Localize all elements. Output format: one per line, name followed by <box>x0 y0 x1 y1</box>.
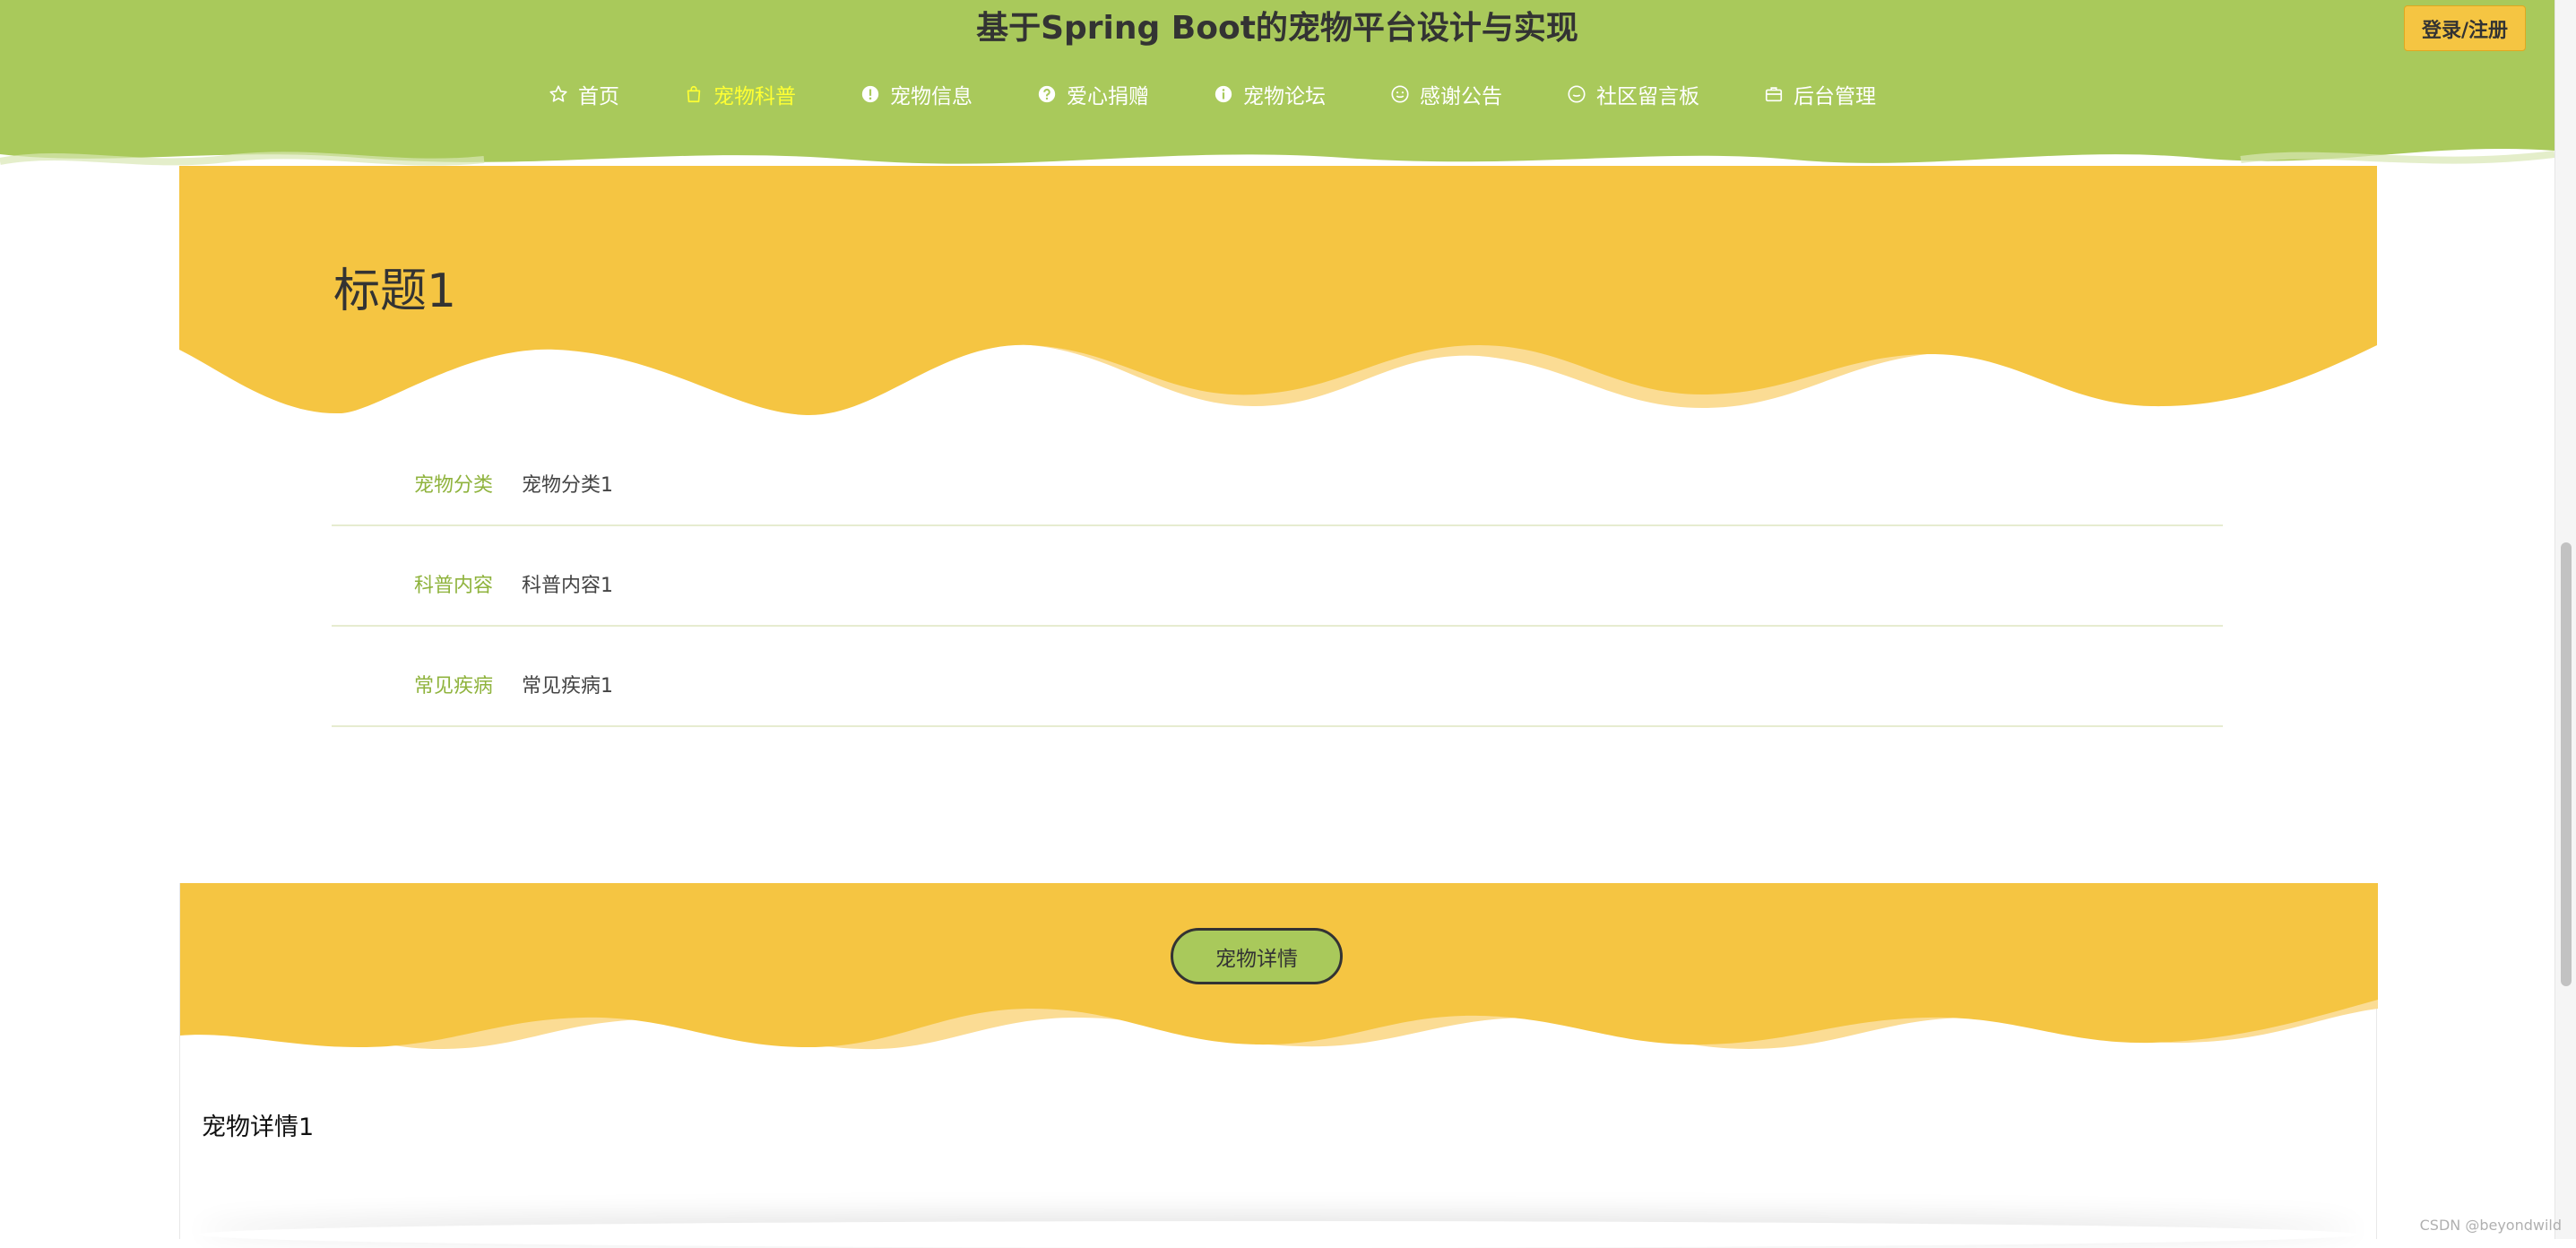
question-circle-icon <box>1037 84 1057 104</box>
field-value: 科普内容1 <box>522 569 613 598</box>
info-circle-icon <box>1214 84 1233 104</box>
pet-detail-section: 宠物详情 宠物详情1 <box>179 883 2377 1239</box>
field-label: 科普内容 <box>332 569 493 598</box>
nav-item-forum[interactable]: 宠物论坛 <box>1214 79 1326 109</box>
nav-item-pet-info[interactable]: 宠物信息 <box>860 79 972 109</box>
detail-title-banner <box>179 166 2377 417</box>
field-label: 常见疾病 <box>332 670 493 698</box>
nav-label: 宠物科普 <box>713 79 796 109</box>
login-register-button[interactable]: 登录/注册 <box>2404 5 2526 51</box>
star-icon <box>549 84 568 104</box>
main-nav: 首页 宠物科普 宠物信息 爱心捐赠 宠物论坛 <box>549 76 1941 112</box>
site-title: 基于Spring Boot的宠物平台设计与实现 <box>0 5 2554 52</box>
site-header: 基于Spring Boot的宠物平台设计与实现 登录/注册 首页 宠物科普 宠物… <box>0 0 2554 170</box>
field-label: 宠物分类 <box>332 469 493 498</box>
detail-title: 标题1 <box>333 260 456 323</box>
field-row-diseases: 常见疾病 常见疾病1 <box>332 627 2223 727</box>
pet-detail-content: 宠物详情1 <box>202 1107 314 1142</box>
nav-label: 爱心捐赠 <box>1067 79 1149 109</box>
scrollbar-thumb[interactable] <box>2561 542 2572 986</box>
smile-icon <box>1390 84 1410 104</box>
nav-label: 感谢公告 <box>1420 79 1502 109</box>
field-row-category: 宠物分类 宠物分类1 <box>332 426 2223 526</box>
nav-label: 宠物论坛 <box>1243 79 1326 109</box>
nav-label: 后台管理 <box>1794 79 1876 109</box>
section-shadow <box>198 1221 2358 1248</box>
field-value: 常见疾病1 <box>522 670 613 698</box>
nav-item-admin[interactable]: 后台管理 <box>1764 79 1876 109</box>
briefcase-icon <box>1764 84 1784 104</box>
nav-item-donation[interactable]: 爱心捐赠 <box>1037 79 1149 109</box>
bag-icon <box>684 84 704 104</box>
watermark: CSDN @beyondwild <box>2420 1217 2562 1234</box>
nav-label: 社区留言板 <box>1596 79 1699 109</box>
nav-label: 宠物信息 <box>890 79 972 109</box>
page-scrollbar[interactable] <box>2554 0 2576 1239</box>
info-circle-icon <box>860 84 880 104</box>
nav-item-message-board[interactable]: 社区留言板 <box>1567 79 1699 109</box>
nav-item-thanks[interactable]: 感谢公告 <box>1390 79 1502 109</box>
nav-label: 首页 <box>578 79 619 109</box>
nav-item-pet-science[interactable]: 宠物科普 <box>684 79 796 109</box>
pet-detail-button[interactable]: 宠物详情 <box>1171 928 1343 984</box>
field-value: 宠物分类1 <box>522 469 613 498</box>
message-icon <box>1567 84 1586 104</box>
field-row-content: 科普内容 科普内容1 <box>332 526 2223 627</box>
nav-item-home[interactable]: 首页 <box>549 79 619 109</box>
